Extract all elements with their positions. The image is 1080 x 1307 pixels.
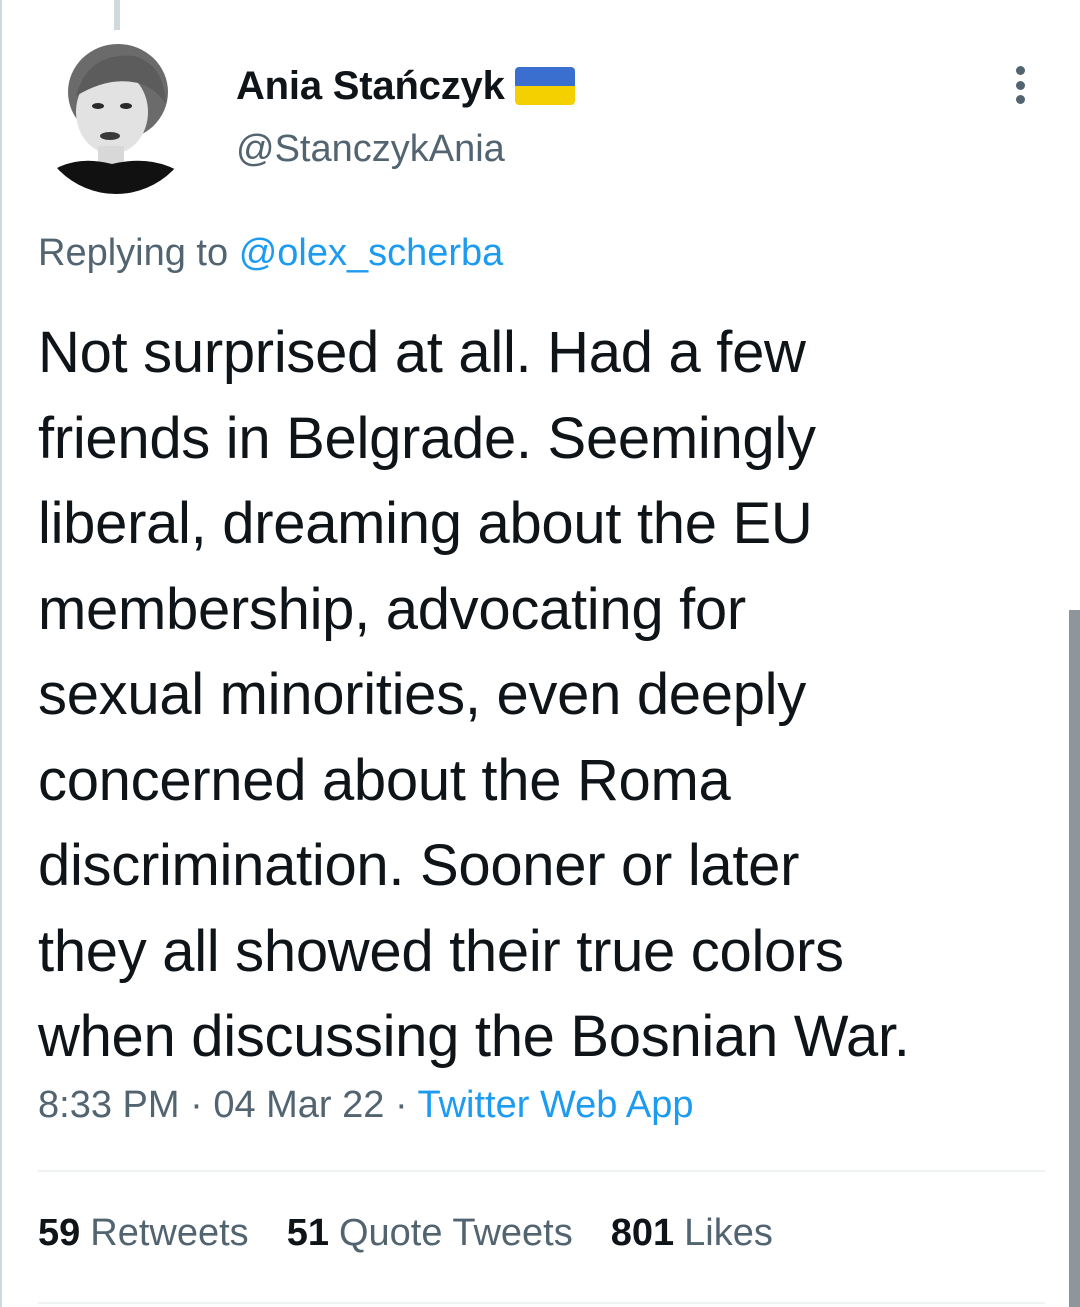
tweet-metadata: 8:33 PM · 04 Mar 22 · Twitter Web App	[38, 1084, 693, 1127]
likes-stat[interactable]: 801 Likes	[611, 1212, 773, 1255]
quote-tweets-label: Quote Tweets	[338, 1212, 573, 1254]
retweets-stat[interactable]: 59 Retweets	[38, 1212, 249, 1255]
author-name-row[interactable]: Ania Stańczyk	[236, 58, 575, 114]
avatar[interactable]	[36, 34, 196, 194]
thread-connector-line	[114, 0, 120, 30]
quote-tweets-stat[interactable]: 51 Quote Tweets	[287, 1212, 573, 1255]
tweet-text-line: membership, advocating for	[38, 576, 746, 642]
divider	[38, 1170, 1045, 1172]
tweet-text-line: they all showed their true colors	[38, 918, 844, 984]
more-dot	[1015, 95, 1025, 104]
tweet-text-line: when discussing the Bosnian War.	[38, 1004, 910, 1069]
author-handle[interactable]: @StanczykAnia	[236, 128, 505, 171]
retweets-label: Retweets	[90, 1212, 249, 1254]
ukraine-flag-icon	[514, 67, 575, 105]
more-dot	[1015, 66, 1025, 75]
avatar-image	[36, 34, 196, 194]
retweets-count: 59	[38, 1212, 81, 1254]
author-display-name[interactable]: Ania Stańczyk	[236, 64, 505, 109]
replying-to: Replying to @olex_scherba	[38, 232, 503, 275]
tweet-text-line: discrimination. Sooner or later	[38, 833, 800, 898]
tweet-source-link[interactable]: Twitter Web App	[418, 1084, 694, 1126]
tweet-time[interactable]: 8:33 PM	[38, 1084, 180, 1126]
replying-to-label: Replying to	[38, 232, 229, 274]
divider	[38, 1302, 1045, 1304]
tweet-text-line: friends in Belgrade. Seemingly	[38, 405, 816, 471]
more-dot	[1015, 80, 1025, 90]
tweet-date[interactable]: 04 Mar 22	[213, 1084, 384, 1126]
reply-mention-link[interactable]: @olex_scherba	[239, 232, 504, 274]
meta-separator: ·	[384, 1084, 418, 1126]
meta-separator: ·	[179, 1084, 214, 1126]
left-border	[0, 0, 2, 1307]
tweet-text-line: liberal, dreaming about the EU	[38, 491, 813, 556]
tweet-stats: 59 Retweets 51 Quote Tweets 801 Likes	[38, 1212, 811, 1255]
scrollbar[interactable]	[1069, 610, 1080, 1307]
tweet-text-line: Not surprised at all. Had a few	[38, 320, 806, 385]
likes-label: Likes	[684, 1212, 773, 1254]
tweet-text-line: sexual minorities, even deeply	[38, 662, 806, 727]
tweet-text: Not surprised at all. Had a few friends …	[38, 310, 1048, 1080]
more-options-icon[interactable]	[1005, 60, 1035, 110]
quote-tweets-count: 51	[286, 1212, 329, 1254]
likes-count: 801	[610, 1212, 675, 1254]
tweet-text-line: concerned about the Roma	[38, 747, 731, 813]
